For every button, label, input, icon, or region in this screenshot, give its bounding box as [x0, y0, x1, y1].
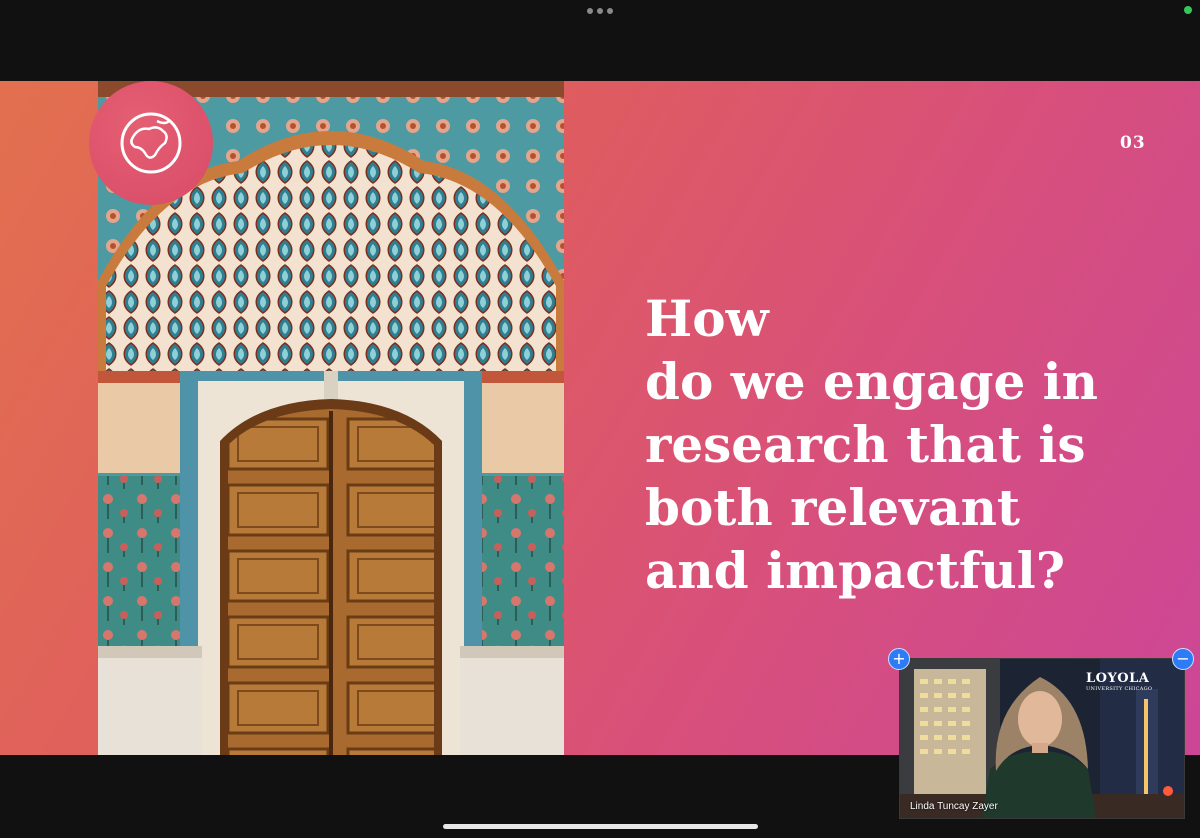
participant-video[interactable]: LOYOLA UNIVERSITY CHICAGO Linda Tuncay Z…	[899, 658, 1185, 819]
question-line: both relevant	[645, 478, 1021, 537]
presentation-slide: 03 How do we engage in research that is …	[0, 81, 1200, 755]
home-indicator[interactable]	[443, 824, 758, 829]
loyola-logo-text: LOYOLA	[1086, 671, 1150, 686]
collapse-video-button[interactable]: −	[1172, 648, 1194, 670]
expand-video-button[interactable]: +	[888, 648, 910, 670]
question-line: and impactful?	[645, 541, 1066, 600]
question-line: How	[645, 289, 769, 348]
slide-question: How do we engage in research that is bot…	[645, 287, 1175, 602]
globe-map-icon	[89, 81, 213, 205]
slide-number: 03	[1120, 133, 1146, 153]
loyola-logo: LOYOLA UNIVERSITY CHICAGO	[1086, 671, 1152, 692]
question-line: do we engage in	[645, 352, 1099, 411]
more-options-icon[interactable]	[587, 8, 613, 14]
loyola-logo-subtext: UNIVERSITY CHICAGO	[1086, 686, 1153, 692]
participant-name: Linda Tuncay Zayer	[910, 801, 998, 812]
question-line: research that is	[645, 415, 1086, 474]
status-dot-icon	[1184, 6, 1192, 14]
